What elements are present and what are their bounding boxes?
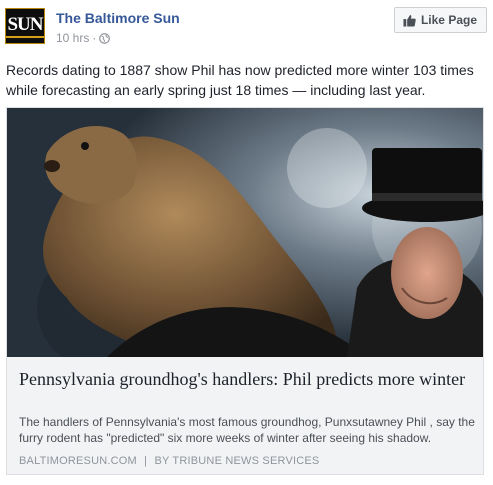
post-header: SUN The Baltimore Sun 10 hrs · Like Page xyxy=(4,6,489,46)
link-byline: BY TRIBUNE NEWS SERVICES xyxy=(154,455,320,467)
page-avatar[interactable]: SUN xyxy=(5,8,45,44)
globe-icon xyxy=(99,32,111,44)
link-domain: BALTIMORESUN.COM xyxy=(19,455,137,467)
link-description: The handlers of Pennsylvania's most famo… xyxy=(19,415,475,445)
thumbs-up-icon xyxy=(403,14,416,27)
link-source-line: BALTIMORESUN.COM | BY TRIBUNE NEWS SERVI… xyxy=(19,455,479,467)
source-separator: | xyxy=(144,455,148,467)
page-name-link[interactable]: The Baltimore Sun xyxy=(56,10,180,26)
post-message: Records dating to 1887 show Phil has now… xyxy=(6,62,474,98)
link-title[interactable]: Pennsylvania groundhog's handlers: Phil … xyxy=(19,368,469,390)
post-timestamp[interactable]: 10 hrs xyxy=(56,31,89,45)
avatar-logo-text: SUN xyxy=(6,14,44,38)
like-page-label: Like Page xyxy=(420,13,477,27)
like-page-button[interactable]: Like Page xyxy=(393,7,487,33)
groundhog-photo xyxy=(7,108,483,357)
link-card-body[interactable]: Pennsylvania groundhog's handlers: Phil … xyxy=(7,357,483,474)
link-preview-image[interactable] xyxy=(7,108,483,357)
post-meta: 10 hrs · xyxy=(56,31,111,45)
meta-separator: · xyxy=(92,31,97,45)
facebook-post: SUN The Baltimore Sun 10 hrs · Like Page… xyxy=(0,0,493,485)
link-preview-card[interactable]: Pennsylvania groundhog's handlers: Phil … xyxy=(6,107,484,475)
